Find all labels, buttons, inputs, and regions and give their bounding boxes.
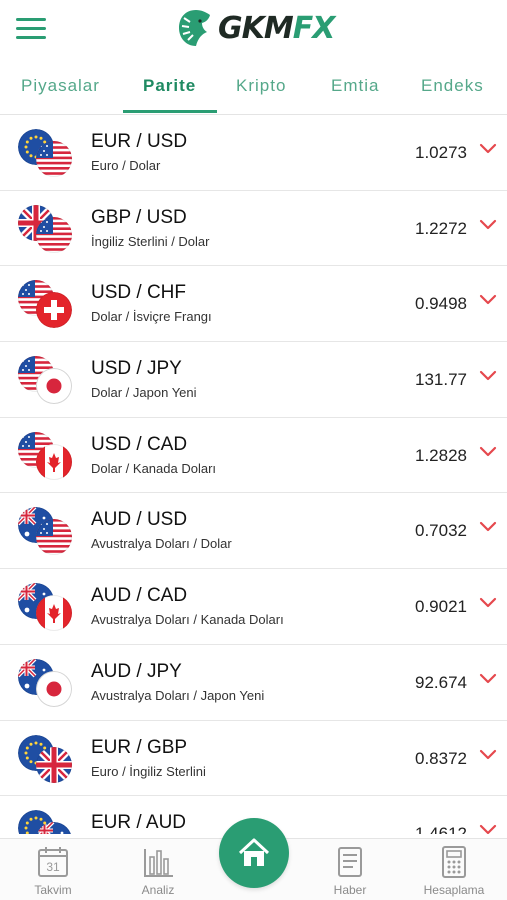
pair-row[interactable]: EUR / GBP Euro / İngiliz Sterlini 0.8372 (0, 721, 507, 797)
pair-description: Avustralya Doları / Japon Yeni (91, 687, 265, 703)
us-flag-icon (36, 216, 72, 253)
home-button[interactable] (219, 818, 289, 888)
pair-description: Dolar / İsviçre Frangı (91, 309, 212, 325)
pair-price: 1.0273 (415, 143, 467, 162)
pair-symbol: GBP / USD (91, 206, 187, 228)
nav-label-hesaplama: Hesaplama (423, 883, 485, 897)
pair-price: 1.2828 (415, 445, 467, 465)
pair-description: Avustralya Doları / Dolar (91, 536, 232, 552)
pair-price: 92.674 (415, 672, 467, 692)
pair-row[interactable]: AUD / CAD Avustralya Doları / Kanada Dola… (0, 569, 507, 645)
chevron-down-icon (479, 219, 497, 229)
canada-flag-icon (36, 595, 72, 632)
lion-logo-icon (179, 10, 210, 46)
tab-parite[interactable]: Parite (143, 76, 196, 96)
uk-flag-icon (36, 746, 72, 783)
pair-price: 0.9498 (415, 294, 467, 314)
us-flag-icon (36, 519, 72, 556)
pair-flags (18, 431, 74, 480)
pair-description: Dolar / Japon Yeni (91, 385, 197, 401)
pair-symbol: EUR / USD (91, 131, 188, 152)
chevron-down-icon (479, 749, 497, 759)
tab-emtia[interactable]: Emtia (331, 76, 379, 96)
pair-description: Dolar / Kanada Doları (91, 460, 217, 476)
pair-flags (18, 583, 74, 632)
nav-takvim[interactable]: 31 Takvim (8, 845, 98, 897)
pair-flags (18, 204, 74, 253)
pair-symbol: EUR / AUD (91, 812, 187, 834)
japan-flag-icon (36, 670, 72, 707)
tab-endeks[interactable]: Endeks (421, 76, 484, 96)
us-flag-icon (36, 141, 72, 177)
nav-label-haber: Haber (333, 883, 367, 897)
chevron-down-icon (479, 825, 497, 834)
chevron-down-icon (479, 598, 497, 608)
pair-symbol: EUR / GBP (91, 736, 188, 758)
japan-flag-icon (36, 368, 72, 405)
active-tab-indicator (123, 110, 217, 113)
pair-flags (18, 280, 74, 329)
pair-row[interactable]: AUD / JPY Avustralya Doları / Japon Yeni 9… (0, 645, 507, 721)
pair-description: Euro / Dolar (91, 158, 161, 173)
pair-flags (18, 810, 74, 834)
pair-price: 0.7032 (415, 521, 467, 541)
tab-kripto[interactable]: Kripto (236, 76, 286, 96)
nav-hesaplama[interactable]: Hesaplama (409, 845, 499, 897)
pair-symbol: AUD / USD (91, 509, 188, 531)
news-icon (338, 847, 362, 877)
pair-price: 1.4612 (415, 824, 467, 834)
pair-flags (18, 129, 74, 177)
pair-row[interactable]: GBP / USD İngiliz Sterlini / Dolar 1.2272 (0, 191, 507, 267)
tab-piyasalar[interactable]: Piyasalar (21, 76, 100, 96)
pair-list[interactable]: EUR / USD Euro / Dolar 1.0273 GBP / USD İngi… (0, 114, 507, 834)
calculator-icon (442, 846, 466, 878)
nav-haber[interactable]: Haber (305, 845, 395, 897)
pair-flags (18, 734, 74, 783)
nav-label-takvim: Takvim (34, 883, 72, 897)
calendar-icon: 31 (38, 847, 68, 877)
pair-symbol: AUD / JPY (91, 660, 182, 682)
nav-analiz[interactable]: Analiz (113, 845, 203, 897)
category-tabs: Piyasalar Parite Kripto Emtia Endeks (0, 68, 507, 114)
calendar-day: 31 (46, 860, 60, 874)
pair-price: 0.9021 (415, 597, 467, 617)
pair-symbol: AUD / CAD (91, 585, 188, 607)
chevron-down-icon (479, 143, 497, 154)
menu-icon[interactable] (16, 18, 46, 40)
pair-symbol: USD / CHF (91, 282, 186, 304)
chevron-down-icon (479, 673, 497, 683)
pair-row[interactable]: USD / CHF Dolar / İsviçre Frangı 0.9498 (0, 266, 507, 343)
pair-price: 1.2272 (415, 218, 467, 238)
swiss-flag-icon (36, 292, 72, 329)
pair-description: Avustralya Doları / Kanada Doları (91, 612, 284, 628)
pair-symbol: USD / CAD (91, 433, 188, 455)
pair-price: 0.8372 (415, 748, 467, 768)
logo: GKMFX (176, 6, 335, 50)
chevron-down-icon (479, 522, 497, 532)
pair-flags (18, 507, 74, 556)
pair-flags (18, 658, 74, 707)
pair-row[interactable]: AUD / USD Avustralya Doları / Dolar 0.7032 (0, 493, 507, 570)
pair-symbol: USD / JPY (91, 358, 182, 380)
canada-flag-icon (36, 443, 72, 480)
pair-row[interactable]: EUR / USD Euro / Dolar 1.0273 (0, 115, 507, 191)
pair-row[interactable]: USD / CAD Dolar / Kanada Doları 1.2828 (0, 418, 507, 494)
chevron-down-icon (479, 446, 497, 456)
pair-description: İngiliz Sterlini / Dolar (91, 233, 210, 249)
pair-row[interactable]: USD / JPY Dolar / Japon Yeni 131.77 (0, 342, 507, 418)
pair-price: 131.77 (415, 370, 467, 390)
pair-description: Euro / İngiliz Sterlini (91, 763, 206, 779)
app-header: GKMFX (0, 0, 507, 60)
pair-flags (18, 356, 74, 405)
nav-label-analiz: Analiz (141, 883, 175, 897)
chevron-down-icon (479, 295, 497, 305)
bar-chart-icon (144, 849, 173, 877)
home-icon (238, 838, 270, 866)
logo-text: GKMFX (218, 10, 335, 46)
australia-flag-icon (36, 822, 72, 834)
chevron-down-icon (479, 370, 497, 381)
